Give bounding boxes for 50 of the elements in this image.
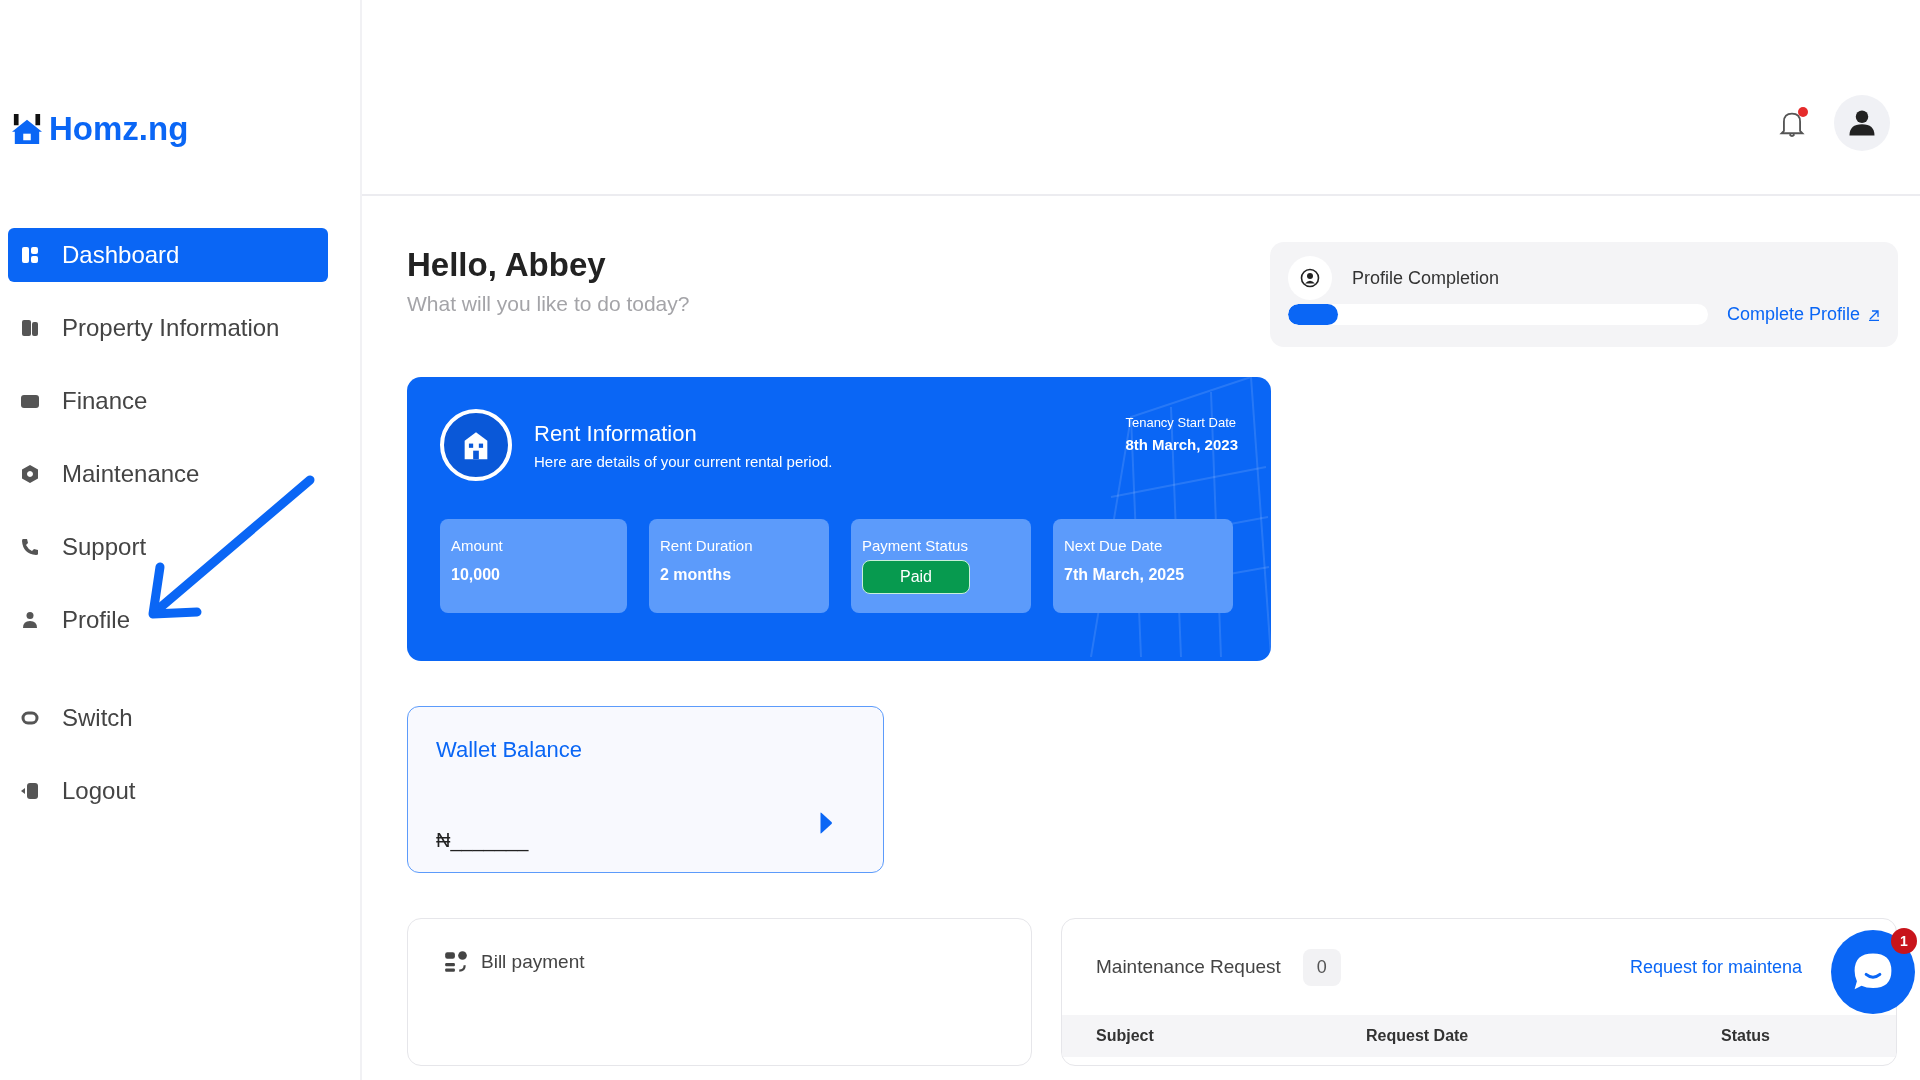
- grid-icon: [20, 245, 40, 265]
- play-icon: [819, 812, 833, 834]
- rent-information-title: Rent Information: [534, 420, 698, 447]
- building-icon: [20, 318, 40, 338]
- rent-information-subtitle: Here are details of your current rental period.: [534, 452, 834, 470]
- stat-value: 10,000: [451, 566, 501, 584]
- tenancy-start-date: 8th March, 2023: [1125, 436, 1238, 453]
- wallet-balance-title: Wallet Balance: [436, 737, 583, 763]
- phone-icon: [20, 537, 40, 557]
- chat-button[interactable]: 1: [1831, 930, 1915, 1014]
- nav-item[interactable]: Finance: [8, 374, 328, 428]
- profile-completion-title: Profile Completion: [1352, 267, 1500, 289]
- bill-payment-title: Bill payment: [481, 951, 585, 973]
- person-icon: [20, 610, 40, 630]
- request-count: 0: [1302, 948, 1341, 986]
- nav-item[interactable]: Logout: [8, 764, 328, 818]
- avatar-button[interactable]: [1834, 95, 1890, 151]
- person-icon: [1847, 108, 1877, 138]
- house-icon: [10, 114, 44, 144]
- stat-label: Rent Duration: [660, 537, 754, 554]
- hexagon-icon: [20, 464, 40, 484]
- column-header: Status: [1721, 1027, 1770, 1045]
- external-link-icon: [1868, 308, 1880, 321]
- user-circle-icon: [1288, 256, 1332, 300]
- stat-value: 7th March, 2025: [1064, 566, 1186, 584]
- maintenance-request-title: Maintenance Request: [1096, 956, 1281, 978]
- complete-profile-link[interactable]: Complete Profile: [1726, 304, 1880, 325]
- nav-item[interactable]: Switch: [8, 691, 328, 745]
- nav-item[interactable]: Property Information: [8, 301, 328, 355]
- wallet-balance-value: ₦_______: [436, 829, 529, 852]
- nav-item[interactable]: Profile: [8, 593, 328, 647]
- nav-item[interactable]: Support: [8, 520, 328, 574]
- wallet-balance-card[interactable]: Wallet Balance ₦_______: [407, 706, 884, 873]
- stat-label: Amount: [451, 537, 504, 554]
- bill-icon: [443, 949, 469, 975]
- tenancy-start-label: Tenancy Start Date: [1125, 415, 1237, 430]
- logout-icon: [20, 781, 40, 801]
- logo[interactable]: Homz.ng: [10, 108, 328, 148]
- stat-label: Payment Status: [862, 537, 969, 554]
- nav-item[interactable]: Maintenance: [8, 447, 328, 501]
- column-header: Subject: [1096, 1027, 1155, 1045]
- nav-item[interactable]: Dashboard: [8, 228, 328, 282]
- stat-value: 2 months: [660, 566, 733, 584]
- column-header: Request Date: [1366, 1027, 1470, 1045]
- request-maintenance-link[interactable]: Request for maintena: [1629, 956, 1802, 978]
- greeting-subtitle: What will you like to do today?: [407, 292, 690, 316]
- status-badge: Paid: [862, 560, 970, 594]
- stat-label: Next Due Date: [1064, 537, 1164, 554]
- chat-badge: 1: [1891, 928, 1917, 954]
- greeting-title: Hello, Abbey: [407, 246, 607, 284]
